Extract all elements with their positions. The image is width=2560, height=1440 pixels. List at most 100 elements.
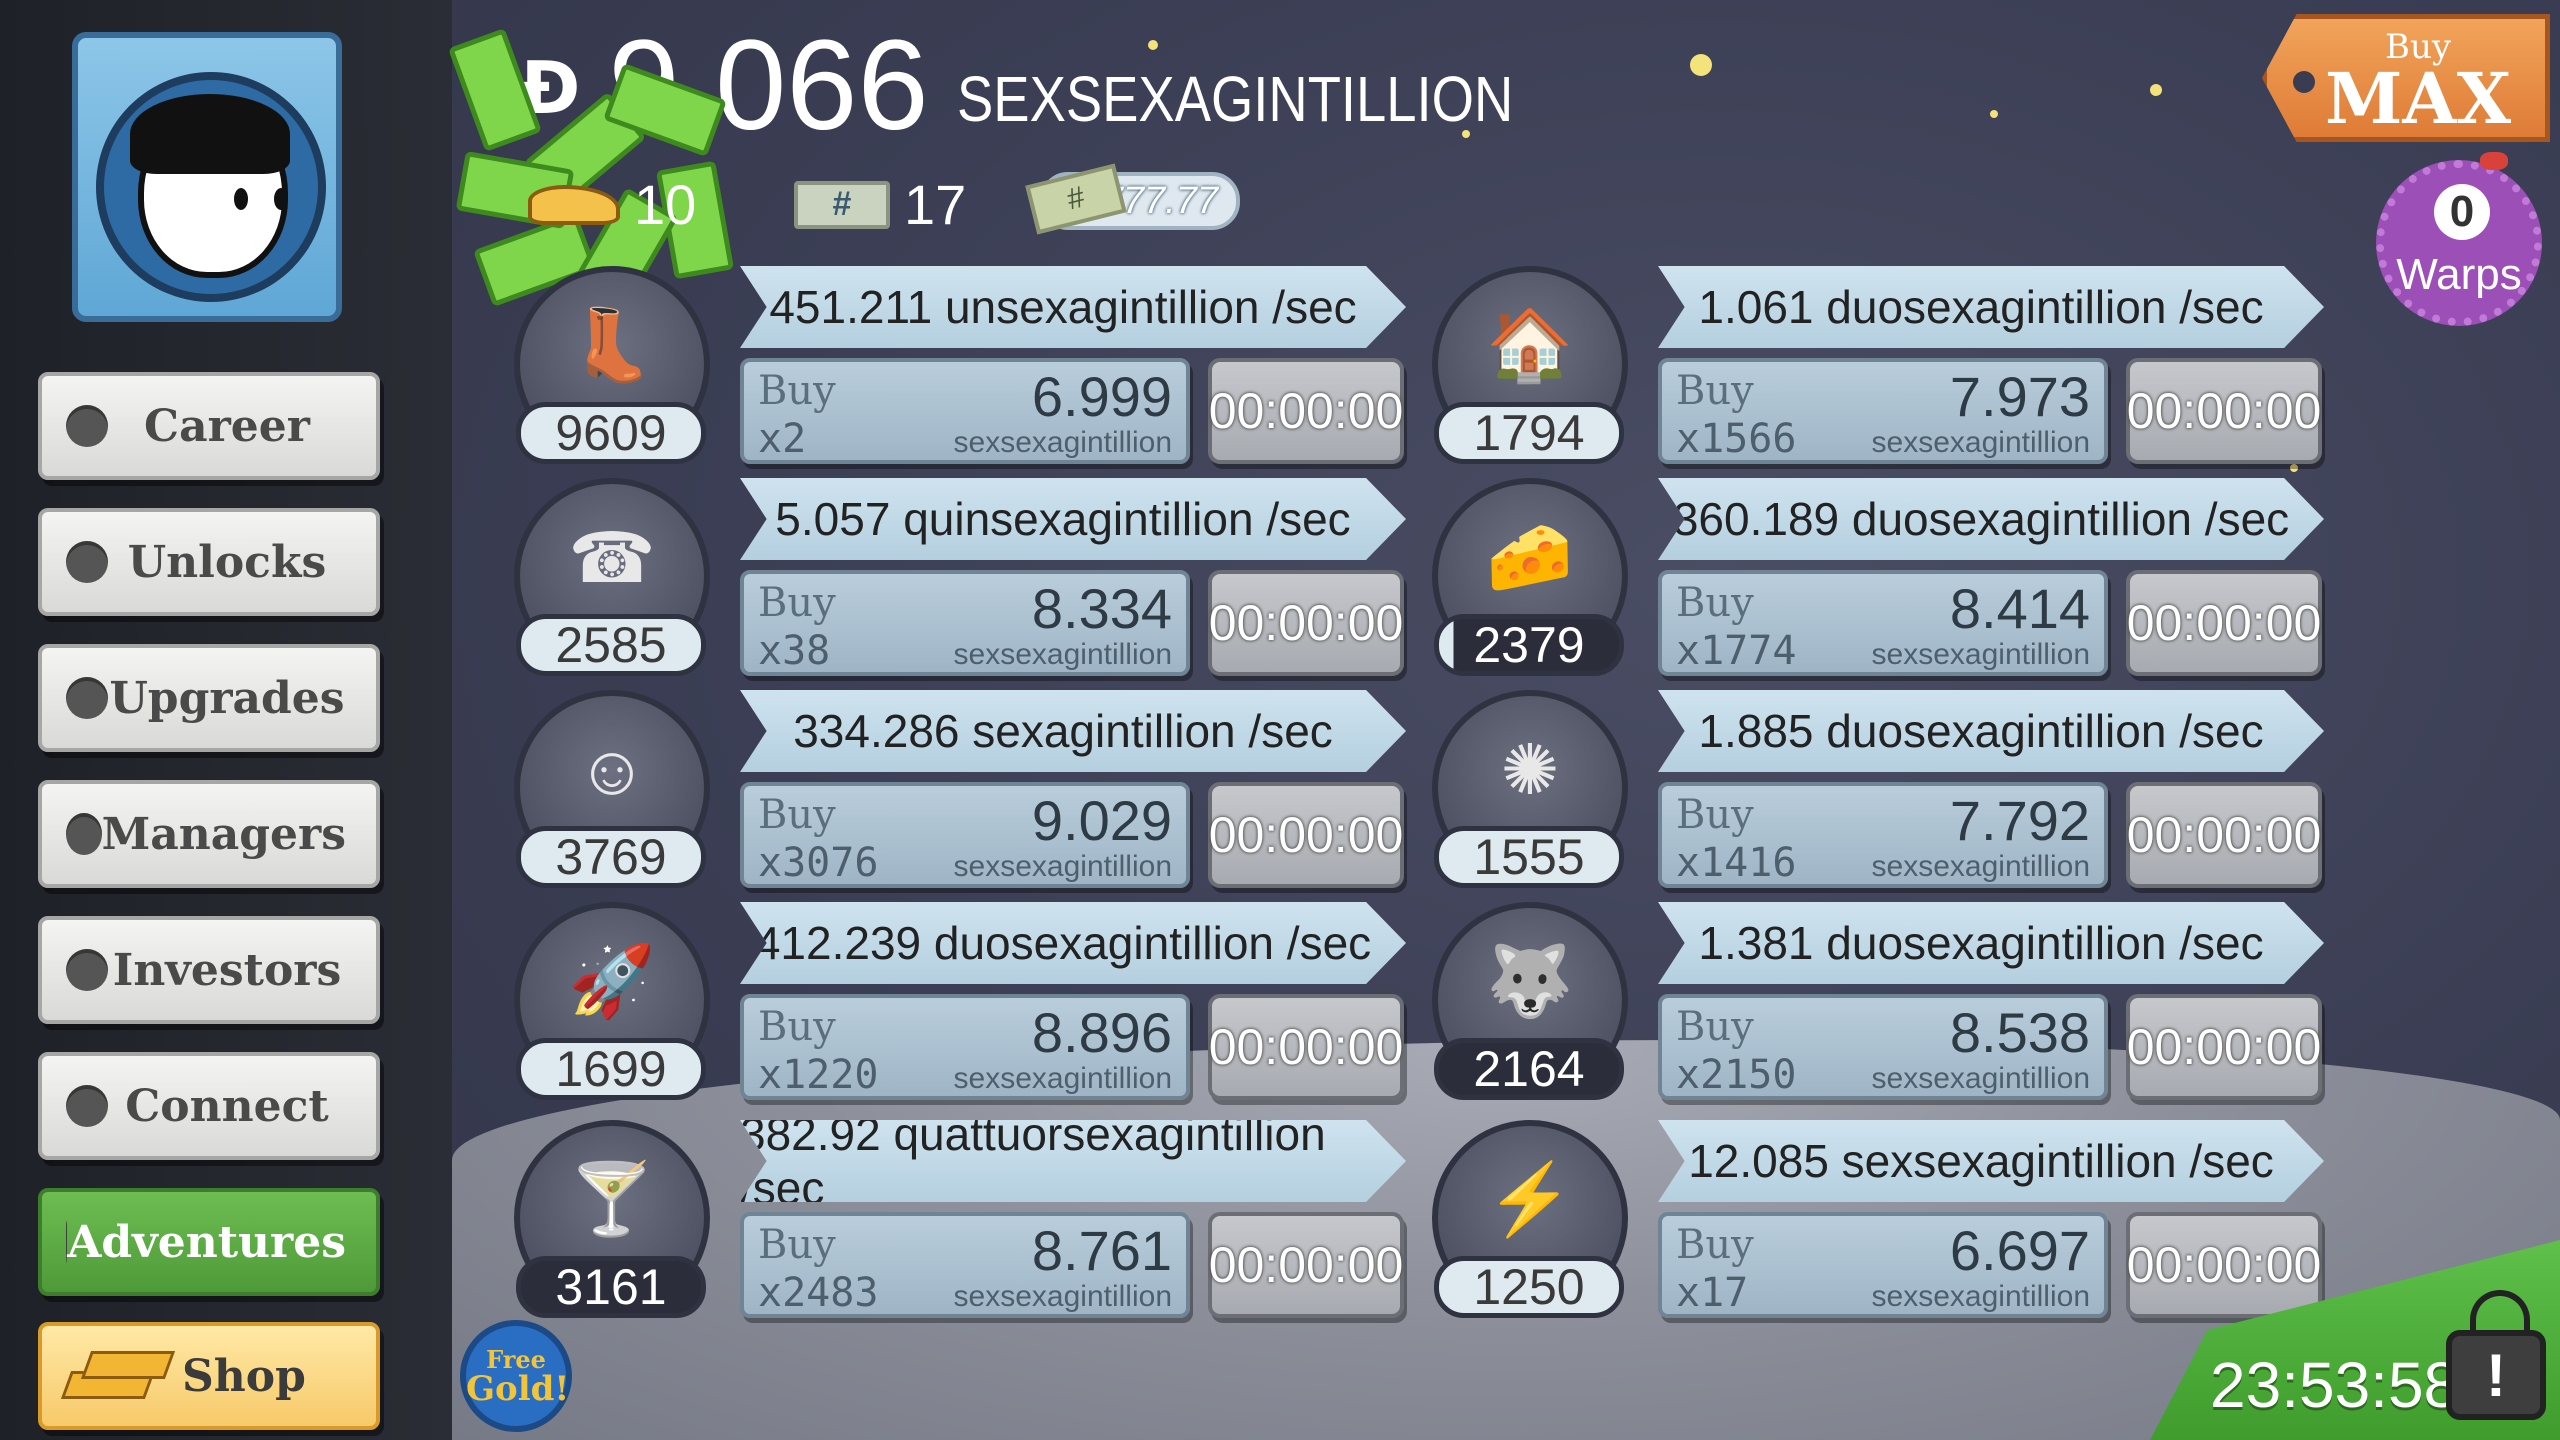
business-buy-button[interactable]: Buy x1416 7.792 sexsexagintillion: [1658, 782, 2108, 888]
buy-price: 9.029: [1031, 789, 1172, 852]
event-timer: 23:53:58: [2210, 1349, 2460, 1421]
nav-unlocks-label: Unlocks: [127, 536, 327, 588]
business-timer: 00:00:00: [2126, 358, 2322, 464]
business-owned-count: 3161: [516, 1256, 706, 1318]
buy-price-unit: sexsexagintillion: [953, 1062, 1172, 1095]
buy-quantity: x3076: [758, 840, 879, 886]
nav-shop[interactable]: Shop: [38, 1322, 380, 1430]
buy-quantity: x38: [758, 628, 831, 674]
tv-alert-icon[interactable]: !: [2446, 1330, 2546, 1420]
business-card: 🍸 3161 382.92 quattuorsexagintillion /se…: [514, 1120, 1414, 1320]
buy-label: Buy: [1676, 792, 1754, 838]
tag-hole-icon: [2293, 71, 2315, 93]
bow-icon: [2480, 152, 2508, 170]
business-rate: 1.885 duosexagintillion /sec: [1658, 690, 2324, 772]
business-rate: 382.92 quattuorsexagintillion /sec: [740, 1120, 1406, 1202]
business-buy-button[interactable]: Buy x1566 7.973 sexsexagintillion: [1658, 358, 2108, 464]
business-rate: 1.381 duosexagintillion /sec: [1658, 902, 2324, 984]
business-buy-button[interactable]: Buy x1774 8.414 sexsexagintillion: [1658, 570, 2108, 676]
buy-quantity: x17: [1676, 1270, 1749, 1316]
business-buy-button[interactable]: Buy x1220 8.896 sexsexagintillion: [740, 994, 1190, 1100]
nav-upgrades-label: Upgrades: [109, 672, 345, 724]
buy-quantity: x1774: [1676, 628, 1797, 674]
business-buy-button[interactable]: Buy x2483 8.761 sexsexagintillion: [740, 1212, 1190, 1318]
business-owned-count: 1699: [516, 1038, 706, 1100]
eye-icon: [274, 188, 288, 210]
star: [1690, 54, 1712, 76]
buy-price-unit: sexsexagintillion: [953, 850, 1172, 883]
business-buy-button[interactable]: Buy x38 8.334 sexsexagintillion: [740, 570, 1190, 676]
nav-adventures[interactable]: Adventures: [38, 1188, 380, 1296]
nav-indicator-icon: [66, 813, 102, 855]
business-owned-count: 1555: [1434, 826, 1624, 888]
business-owned-count: 2379: [1434, 614, 1624, 676]
buy-price: 8.334: [1031, 577, 1172, 640]
cocktail-glass-icon: 🍸: [568, 1160, 656, 1238]
nav-unlocks[interactable]: Unlocks: [38, 508, 380, 616]
tickets-count: 17: [904, 173, 967, 236]
business-card: ⚡ 1250 12.085 sexsexagintillion /sec Buy…: [1432, 1120, 2332, 1320]
business-owned-count: 3769: [516, 826, 706, 888]
money-unit: SEXSEXAGINTILLION: [956, 63, 1513, 135]
business-timer: 00:00:00: [1208, 358, 1404, 464]
buy-label: Buy: [758, 1004, 836, 1050]
buy-price: 8.538: [1949, 1001, 2090, 1064]
business-buy-button[interactable]: Buy x2 6.999 sexsexagintillion: [740, 358, 1190, 464]
buy-label: Buy: [1676, 580, 1754, 626]
hair-icon: [130, 94, 290, 174]
buy-price: 8.896: [1031, 1001, 1172, 1064]
profit-multiplier[interactable]: # x777.77: [1025, 163, 1240, 235]
nav-indicator-icon: [66, 949, 108, 991]
angels-stat: 10: [528, 172, 696, 237]
star: [1990, 110, 1998, 118]
nav-upgrades[interactable]: Upgrades: [38, 644, 380, 752]
business-timer: 00:00:00: [2126, 994, 2322, 1100]
free-gold-button[interactable]: Free Gold!: [460, 1320, 572, 1432]
player-avatar[interactable]: [72, 32, 342, 322]
nav-career-label: Career: [144, 400, 310, 452]
buy-max-button[interactable]: Buy MAX: [2262, 14, 2550, 142]
buy-label: Buy: [758, 792, 836, 838]
warps-count: 0: [2434, 184, 2490, 240]
business-buy-button[interactable]: Buy x3076 9.029 sexsexagintillion: [740, 782, 1190, 888]
business-card: ☺ 3769 334.286 sexagintillion /sec Buy x…: [514, 690, 1414, 890]
nav-investors[interactable]: Investors: [38, 916, 380, 1024]
satellite-dish-icon: ✺: [1500, 731, 1560, 809]
tickets-stat: # 17: [794, 172, 966, 237]
multiplier-ticket-symbol: #: [1063, 180, 1088, 217]
buy-label: Buy: [758, 580, 836, 626]
buy-quantity: x2483: [758, 1270, 879, 1316]
nav-adventures-label: Adventures: [67, 1216, 346, 1268]
warps-badge[interactable]: 0 Warps: [2376, 152, 2542, 326]
business-timer: 00:00:00: [2126, 782, 2322, 888]
business-card: 🚀 1699 412.239 duosexagintillion /sec Bu…: [514, 902, 1414, 1102]
business-card: 👢 9609 451.211 unsexagintillion /sec Buy…: [514, 266, 1414, 466]
business-card: 🐺 2164 1.381 duosexagintillion /sec Buy …: [1432, 902, 2332, 1102]
buy-price-unit: sexsexagintillion: [953, 1280, 1172, 1313]
buy-price-unit: sexsexagintillion: [953, 426, 1172, 459]
business-rate: 360.189 duosexagintillion /sec: [1658, 478, 2324, 560]
buy-price: 8.761: [1031, 1219, 1172, 1282]
free-gold-line2: Gold!: [466, 1369, 570, 1409]
business-buy-button[interactable]: Buy x17 6.697 sexsexagintillion: [1658, 1212, 2108, 1318]
nav-indicator-icon: [66, 541, 108, 583]
gold-bars-icon: [56, 1341, 176, 1411]
business-timer: 00:00:00: [1208, 1212, 1404, 1318]
business-rate: 5.057 quinsexagintillion /sec: [740, 478, 1406, 560]
business-card: 🧀 2379 360.189 duosexagintillion /sec Bu…: [1432, 478, 2332, 678]
nav-investors-label: Investors: [112, 944, 342, 996]
nav-connect[interactable]: Connect: [38, 1052, 380, 1160]
business-timer: 00:00:00: [2126, 570, 2322, 676]
nav-career[interactable]: Career: [38, 372, 380, 480]
business-rate: 451.211 unsexagintillion /sec: [740, 266, 1406, 348]
angels-count: 10: [634, 173, 697, 236]
cheese-cart-icon: 🧀: [1486, 518, 1574, 596]
nav-indicator-icon: [66, 677, 108, 719]
nav-indicator-icon: [66, 1085, 108, 1127]
angel-wings-icon: [528, 184, 620, 225]
nav-managers[interactable]: Managers: [38, 780, 380, 888]
warps-label: Warps: [2396, 250, 2522, 299]
moon-rocket-icon: 🚀: [568, 942, 656, 1020]
business-rate: 12.085 sexsexagintillion /sec: [1658, 1120, 2324, 1202]
business-buy-button[interactable]: Buy x2150 8.538 sexsexagintillion: [1658, 994, 2108, 1100]
